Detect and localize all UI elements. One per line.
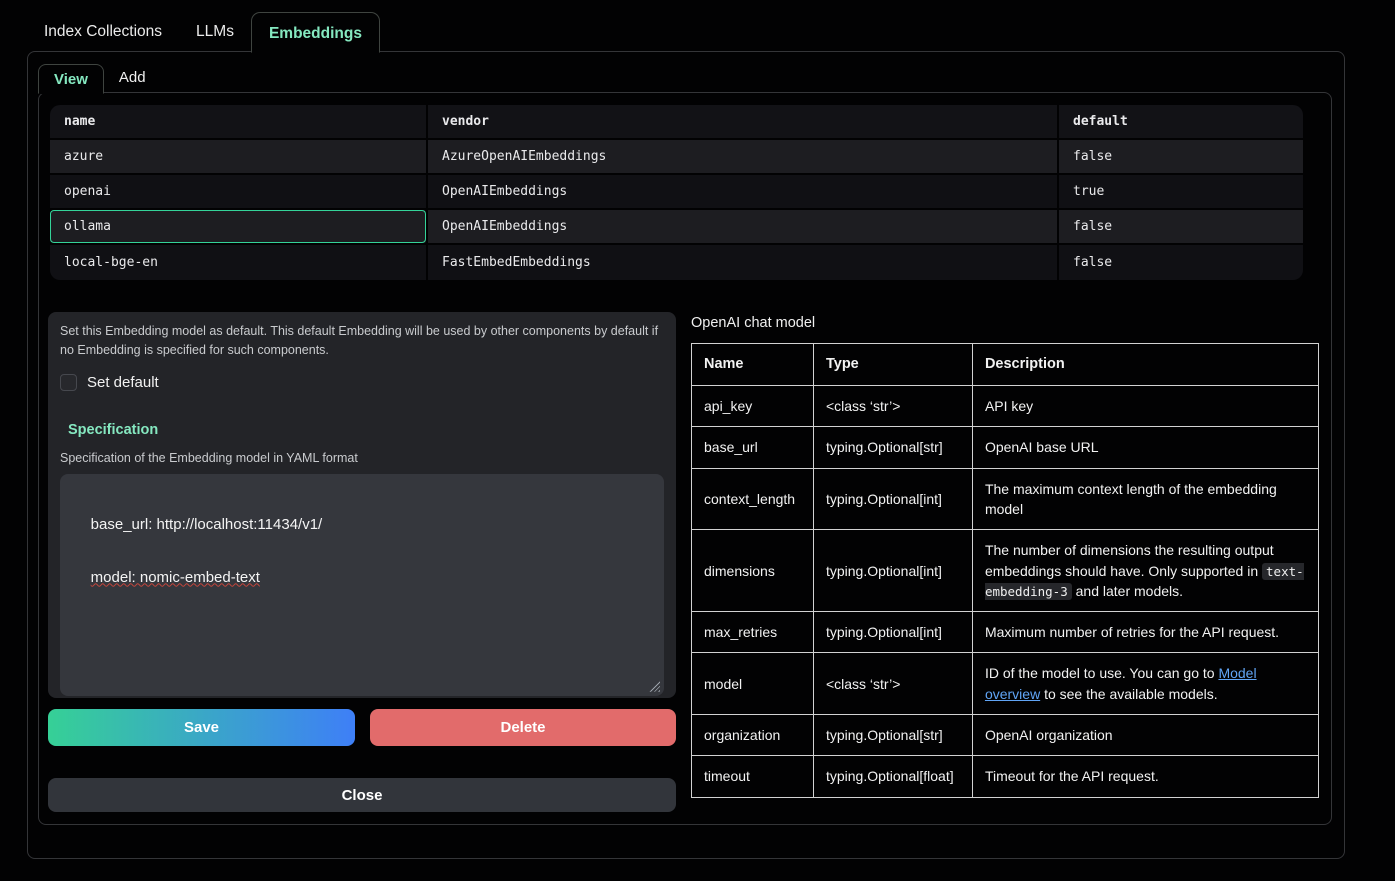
param-type: <class ‘str’>: [813, 386, 972, 427]
specification-label: Specification of the Embedding model in …: [60, 451, 664, 465]
cell-vendor[interactable]: AzureOpenAIEmbeddings: [428, 140, 1059, 175]
param-type: typing.Optional[int]: [813, 612, 972, 653]
param-type: typing.Optional[float]: [813, 756, 972, 797]
cell-name[interactable]: azure: [50, 140, 428, 175]
info-column-name: Name: [692, 344, 814, 386]
param-type: typing.Optional[str]: [813, 427, 972, 468]
table-row-local-bge-en: local-bge-en FastEmbedEmbeddings false: [50, 245, 1303, 280]
param-description: Maximum number of retries for the API re…: [972, 612, 1318, 653]
info-row-model: model <class ‘str’> ID of the model to u…: [692, 653, 1319, 715]
param-description: ID of the model to use. You can go to Mo…: [972, 653, 1318, 715]
tab-llms[interactable]: LLMs: [179, 11, 251, 52]
param-name: max_retries: [692, 612, 814, 653]
info-header-row: Name Type Description: [692, 344, 1319, 386]
main-tab-bar: Index Collections LLMs Embeddings: [27, 11, 380, 52]
cell-vendor[interactable]: FastEmbedEmbeddings: [428, 245, 1059, 280]
tab-embeddings[interactable]: Embeddings: [251, 12, 380, 53]
cell-vendor[interactable]: OpenAIEmbeddings: [428, 175, 1059, 210]
tab-index-collections[interactable]: Index Collections: [27, 11, 179, 52]
set-default-description: Set this Embedding model as default. Thi…: [60, 322, 660, 361]
cell-vendor[interactable]: OpenAIEmbeddings: [428, 210, 1059, 245]
param-name: api_key: [692, 386, 814, 427]
cell-name[interactable]: local-bge-en: [50, 245, 428, 280]
info-column-type: Type: [813, 344, 972, 386]
cell-default[interactable]: false: [1059, 210, 1303, 245]
sub-tab-bar: View Add: [38, 63, 161, 93]
subtab-add[interactable]: Add: [104, 63, 161, 93]
model-parameters-table: Name Type Description api_key <class ‘st…: [691, 343, 1319, 798]
column-header-vendor[interactable]: vendor: [428, 105, 1059, 140]
param-type: <class ‘str’>: [813, 653, 972, 715]
param-description: API key: [972, 386, 1318, 427]
column-header-default[interactable]: default: [1059, 105, 1303, 140]
param-description: The number of dimensions the resulting o…: [972, 530, 1318, 612]
info-row-organization: organization typing.Optional[str] OpenAI…: [692, 714, 1319, 755]
cell-name[interactable]: openai: [50, 175, 428, 210]
info-row-max-retries: max_retries typing.Optional[int] Maximum…: [692, 612, 1319, 653]
description-text: and later models.: [1072, 583, 1183, 599]
info-column-description: Description: [972, 344, 1318, 386]
table-row-ollama: ollama OpenAIEmbeddings false: [50, 210, 1303, 245]
table-row-azure: azure AzureOpenAIEmbeddings false: [50, 140, 1303, 175]
info-row-dimensions: dimensions typing.Optional[int] The numb…: [692, 530, 1319, 612]
description-text: to see the available models.: [1040, 686, 1217, 702]
specification-yaml-editor[interactable]: base_url: http://localhost:11434/v1/ mod…: [60, 474, 664, 696]
description-text: ID of the model to use. You can go to: [985, 665, 1219, 681]
table-header-row: name vendor default: [50, 105, 1303, 140]
param-type: typing.Optional[int]: [813, 530, 972, 612]
close-button[interactable]: Close: [48, 778, 676, 812]
embeddings-table: name vendor default azure AzureOpenAIEmb…: [50, 105, 1303, 280]
param-name: timeout: [692, 756, 814, 797]
info-row-timeout: timeout typing.Optional[float] Timeout f…: [692, 756, 1319, 797]
set-default-row: Set default: [60, 374, 664, 391]
column-header-name[interactable]: name: [50, 105, 428, 140]
info-row-context-length: context_length typing.Optional[int] The …: [692, 468, 1319, 530]
model-info-title: OpenAI chat model: [691, 315, 815, 331]
cell-default[interactable]: true: [1059, 175, 1303, 210]
param-name: context_length: [692, 468, 814, 530]
param-description: Timeout for the API request.: [972, 756, 1318, 797]
info-row-api-key: api_key <class ‘str’> API key: [692, 386, 1319, 427]
yaml-line-1: base_url: http://localhost:11434/v1/: [91, 516, 323, 533]
embedding-settings-panel: Set this Embedding model as default. Thi…: [48, 312, 676, 698]
param-description: The maximum context length of the embedd…: [972, 468, 1318, 530]
yaml-line-2: model: nomic-embed-text: [91, 569, 260, 586]
subtab-view[interactable]: View: [38, 64, 104, 94]
description-text: The number of dimensions the resulting o…: [985, 542, 1274, 578]
param-type: typing.Optional[int]: [813, 468, 972, 530]
delete-button[interactable]: Delete: [370, 709, 676, 746]
param-type: typing.Optional[str]: [813, 714, 972, 755]
cell-name-selected[interactable]: ollama: [50, 210, 428, 245]
set-default-checkbox[interactable]: [60, 374, 77, 391]
param-name: dimensions: [692, 530, 814, 612]
cell-default[interactable]: false: [1059, 245, 1303, 280]
param-name: model: [692, 653, 814, 715]
cell-default[interactable]: false: [1059, 140, 1303, 175]
save-button[interactable]: Save: [48, 709, 355, 746]
set-default-label[interactable]: Set default: [87, 374, 159, 391]
table-row-openai: openai OpenAIEmbeddings true: [50, 175, 1303, 210]
param-name: organization: [692, 714, 814, 755]
info-row-base-url: base_url typing.Optional[str] OpenAI bas…: [692, 427, 1319, 468]
resize-handle-icon[interactable]: [649, 681, 660, 692]
specification-heading: Specification: [68, 422, 664, 438]
param-name: base_url: [692, 427, 814, 468]
param-description: OpenAI organization: [972, 714, 1318, 755]
param-description: OpenAI base URL: [972, 427, 1318, 468]
